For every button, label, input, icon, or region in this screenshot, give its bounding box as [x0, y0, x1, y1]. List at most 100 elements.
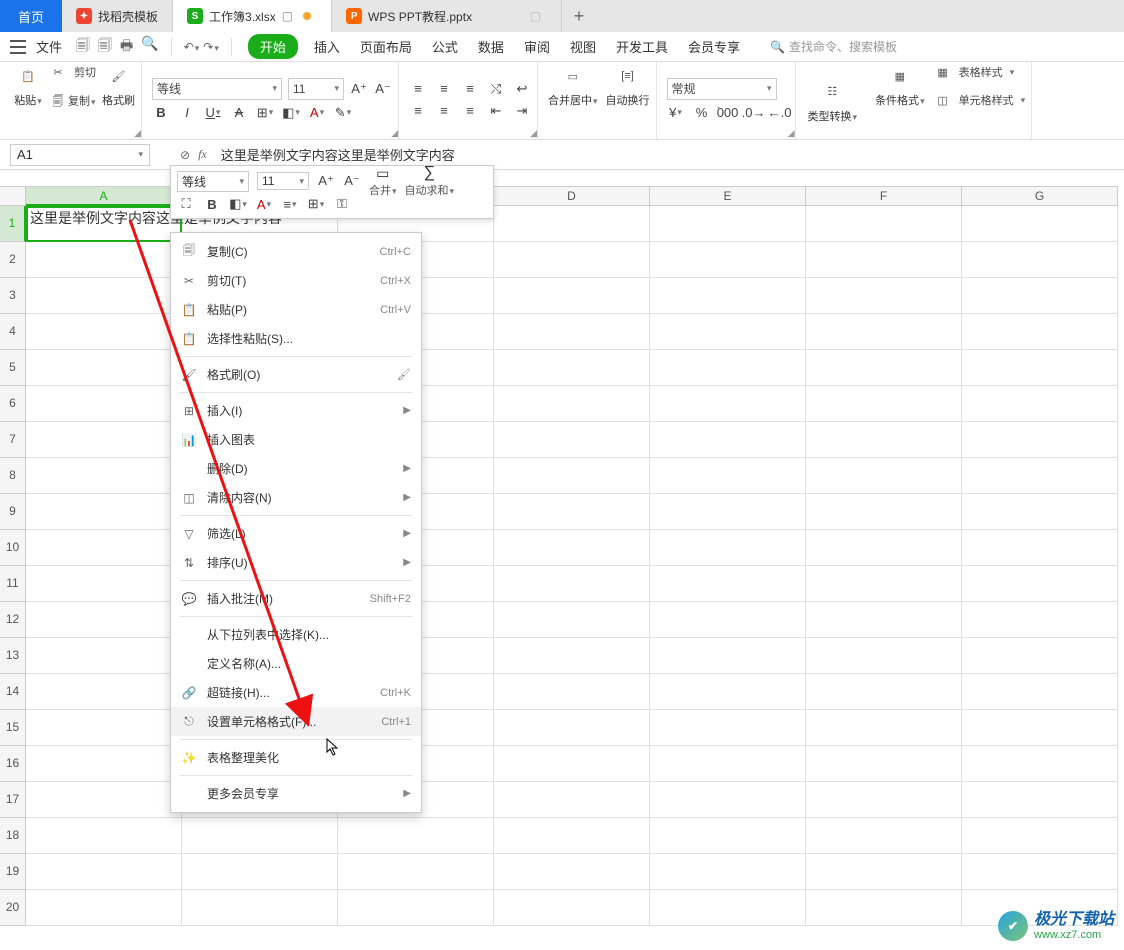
menu-2[interactable]: 公式 [432, 37, 458, 56]
menu-7[interactable]: 会员专享 [688, 37, 740, 56]
new-tab-button[interactable]: + [562, 0, 596, 32]
cond-format-button[interactable]: ▦条件格式▾ [875, 62, 925, 139]
cell-A9[interactable] [26, 494, 182, 530]
cell-D6[interactable] [494, 386, 650, 422]
cell-E4[interactable] [650, 314, 806, 350]
ctx-item-24[interactable]: 更多会员专享▶ [171, 779, 421, 808]
cell-F19[interactable] [806, 854, 962, 890]
undo-button[interactable]: ↶▾ [184, 40, 200, 54]
row-header-19[interactable]: 19 [0, 854, 26, 890]
cell-D14[interactable] [494, 674, 650, 710]
tab-pptx[interactable]: P WPS PPT教程.pptx ▢ [332, 0, 562, 32]
align-right-icon[interactable]: ≡ [461, 102, 479, 120]
cell-E8[interactable] [650, 458, 806, 494]
align-center-icon[interactable]: ≡ [435, 102, 453, 120]
menu-4[interactable]: 审阅 [524, 37, 550, 56]
cell-E10[interactable] [650, 530, 806, 566]
cell-G18[interactable] [962, 818, 1118, 854]
highlight-button[interactable]: ✎▾ [334, 104, 352, 122]
cell-F7[interactable] [806, 422, 962, 458]
cell-C19[interactable] [338, 854, 494, 890]
ctx-item-18[interactable]: 定义名称(A)... [171, 649, 421, 678]
mini-dec-font-icon[interactable]: A⁻ [343, 172, 361, 190]
cell-G16[interactable] [962, 746, 1118, 782]
row-header-9[interactable]: 9 [0, 494, 26, 530]
cell-F3[interactable] [806, 278, 962, 314]
col-header-F[interactable]: F [806, 186, 962, 206]
fx-cancel-icon[interactable]: ⊘ [180, 148, 190, 162]
cell-D5[interactable] [494, 350, 650, 386]
save-icon[interactable]: 🗐 [76, 35, 90, 59]
row-header-11[interactable]: 11 [0, 566, 26, 602]
cell-F4[interactable] [806, 314, 962, 350]
cell-D18[interactable] [494, 818, 650, 854]
ctx-item-5[interactable]: 🖌格式刷(O)🖌 [171, 360, 421, 389]
ctx-item-0[interactable]: 🗐复制(C)Ctrl+C [171, 237, 421, 266]
cell-A6[interactable] [26, 386, 182, 422]
cell-B20[interactable] [182, 890, 338, 926]
cell-F18[interactable] [806, 818, 962, 854]
inc-decimal-icon[interactable]: .0→ [745, 104, 763, 122]
row-header-16[interactable]: 16 [0, 746, 26, 782]
mini-font-color-icon[interactable]: A▾ [255, 195, 273, 213]
cell-D11[interactable] [494, 566, 650, 602]
cell-E6[interactable] [650, 386, 806, 422]
fx-icon[interactable]: fx [198, 147, 207, 162]
cell-G1[interactable] [962, 206, 1118, 242]
auto-wrap-button[interactable]: [≡]自动换行 [606, 62, 650, 139]
row-header-13[interactable]: 13 [0, 638, 26, 674]
cell-E19[interactable] [650, 854, 806, 890]
number-format-select[interactable]: 常规▾ [667, 78, 777, 100]
cell-A11[interactable] [26, 566, 182, 602]
format-painter-button[interactable]: 🖌 格式刷 [102, 62, 135, 137]
cell-G10[interactable] [962, 530, 1118, 566]
cell-A14[interactable] [26, 674, 182, 710]
cell-D13[interactable] [494, 638, 650, 674]
cell-G6[interactable] [962, 386, 1118, 422]
row-header-3[interactable]: 3 [0, 278, 26, 314]
merge-center-button[interactable]: ▭合并居中▾ [548, 62, 598, 139]
cell-F17[interactable] [806, 782, 962, 818]
ctx-item-13[interactable]: ⇅排序(U)▶ [171, 548, 421, 577]
font-name-select[interactable]: 等线▾ [152, 78, 282, 100]
ctx-item-19[interactable]: 🔗超链接(H)...Ctrl+K [171, 678, 421, 707]
cell-F14[interactable] [806, 674, 962, 710]
ctx-item-1[interactable]: ✂剪切(T)Ctrl+X [171, 266, 421, 295]
cell-D2[interactable] [494, 242, 650, 278]
cell-E5[interactable] [650, 350, 806, 386]
row-header-20[interactable]: 20 [0, 890, 26, 926]
ctx-item-12[interactable]: ▽筛选(L)▶ [171, 519, 421, 548]
fill-color-button[interactable]: ◧▾ [282, 104, 300, 122]
row-header-7[interactable]: 7 [0, 422, 26, 458]
row-header-4[interactable]: 4 [0, 314, 26, 350]
align-bottom-icon[interactable]: ≡ [461, 80, 479, 98]
cell-E3[interactable] [650, 278, 806, 314]
cell-D12[interactable] [494, 602, 650, 638]
cell-D3[interactable] [494, 278, 650, 314]
mini-size-select[interactable]: 11▾ [257, 172, 309, 190]
menu-6[interactable]: 开发工具 [616, 37, 668, 56]
row-header-10[interactable]: 10 [0, 530, 26, 566]
row-header-5[interactable]: 5 [0, 350, 26, 386]
paste-button[interactable]: 📋 粘贴▾ [14, 62, 42, 137]
mini-border-icon[interactable]: ⊞▾ [307, 195, 325, 213]
select-all-corner[interactable] [0, 186, 26, 206]
cell-E16[interactable] [650, 746, 806, 782]
ctx-item-9[interactable]: 删除(D)▶ [171, 454, 421, 483]
dec-decimal-icon[interactable]: ←.0 [771, 104, 789, 122]
cell-A1[interactable]: 这里是举例文字内容这里是举例文字内容 [26, 206, 182, 242]
row-header-2[interactable]: 2 [0, 242, 26, 278]
cell-A10[interactable] [26, 530, 182, 566]
underline-button[interactable]: U▾ [204, 104, 222, 122]
cell-E7[interactable] [650, 422, 806, 458]
cell-A7[interactable] [26, 422, 182, 458]
align-top-icon[interactable]: ≡ [409, 80, 427, 98]
mini-select-icon[interactable]: ⛶ [177, 195, 195, 213]
cell-F13[interactable] [806, 638, 962, 674]
cell-G5[interactable] [962, 350, 1118, 386]
menu-start[interactable]: 开始 [248, 34, 298, 59]
col-header-A[interactable]: A [26, 186, 182, 206]
cell-F12[interactable] [806, 602, 962, 638]
cell-B19[interactable] [182, 854, 338, 890]
cell-G17[interactable] [962, 782, 1118, 818]
